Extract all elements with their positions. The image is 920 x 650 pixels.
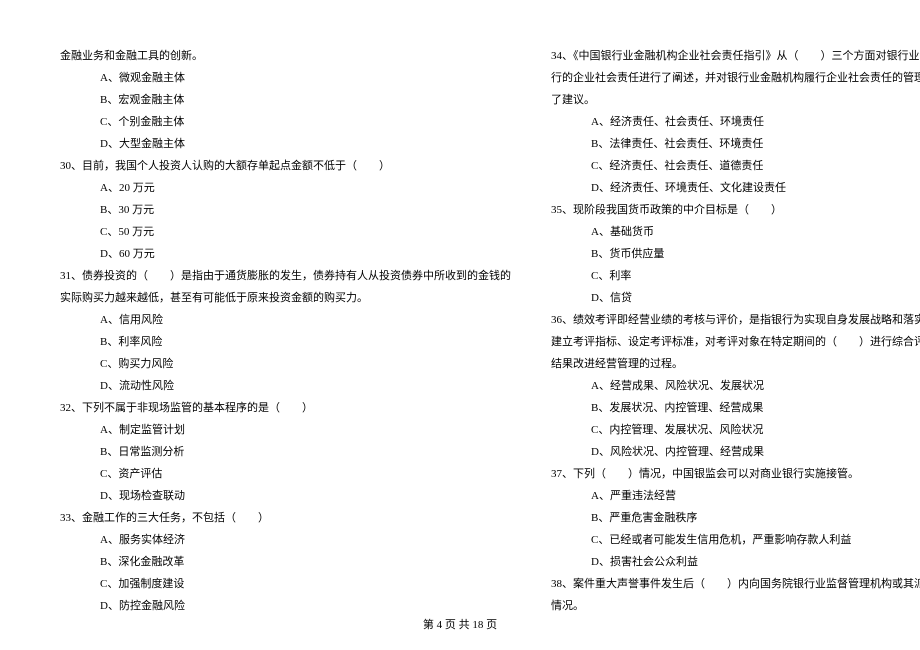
q34-option-b: B、法律责任、社会责任、环境责任 — [551, 133, 920, 155]
q37-option-d: D、损害社会公众利益 — [551, 551, 920, 573]
q37-option-b: B、严重危害金融秩序 — [551, 507, 920, 529]
q36-option-d: D、风险状况、内控管理、经营成果 — [551, 441, 920, 463]
q31-stem-line2: 实际购买力越来越低，甚至有可能低于原来投资金额的购买力。 — [60, 287, 511, 309]
q33-stem: 33、金融工作的三大任务，不包括（ ） — [60, 507, 511, 529]
page-footer: 第 4 页 共 18 页 — [0, 616, 920, 632]
q35-option-d: D、信贷 — [551, 287, 920, 309]
q34-option-d: D、经济责任、环境责任、文化建设责任 — [551, 177, 920, 199]
q29-option-c: C、个别金融主体 — [60, 111, 511, 133]
q30-option-d: D、60 万元 — [60, 243, 511, 265]
q31-stem-line1: 31、债券投资的（ ）是指由于通货膨胀的发生，债券持有人从投资债券中所收到的金钱… — [60, 265, 511, 287]
q36-option-c: C、内控管理、发展状况、风险状况 — [551, 419, 920, 441]
q29-option-b: B、宏观金融主体 — [60, 89, 511, 111]
q30-stem: 30、目前，我国个人投资人认购的大额存单起点金额不低于（ ） — [60, 155, 511, 177]
q35-stem: 35、现阶段我国货币政策的中介目标是（ ） — [551, 199, 920, 221]
q34-option-a: A、经济责任、社会责任、环境责任 — [551, 111, 920, 133]
q29-option-d: D、大型金融主体 — [60, 133, 511, 155]
q36-stem-line3: 结果改进经营管理的过程。 — [551, 353, 920, 375]
q37-option-c: C、已经或者可能发生信用危机，严重影响存款人利益 — [551, 529, 920, 551]
q33-option-c: C、加强制度建设 — [60, 573, 511, 595]
q34-stem-line3: 了建议。 — [551, 89, 920, 111]
q31-option-b: B、利率风险 — [60, 331, 511, 353]
q33-option-a: A、服务实体经济 — [60, 529, 511, 551]
q30-option-a: A、20 万元 — [60, 177, 511, 199]
q29-option-a: A、微观金融主体 — [60, 67, 511, 89]
q29-continuation: 金融业务和金融工具的创新。 — [60, 45, 511, 67]
q32-option-b: B、日常监测分析 — [60, 441, 511, 463]
q32-option-a: A、制定监管计划 — [60, 419, 511, 441]
q34-stem-line2: 行的企业社会责任进行了阐述，并对银行业金融机构履行企业社会责任的管理机制和制度提… — [551, 67, 920, 89]
q38-stem-line2: 情况。 — [551, 595, 920, 617]
q36-option-b: B、发展状况、内控管理、经营成果 — [551, 397, 920, 419]
q34-stem-line1: 34、《中国银行业金融机构企业社会责任指引》从（ ）三个方面对银行业金融机构应该… — [551, 45, 920, 67]
right-column: 34、《中国银行业金融机构企业社会责任指引》从（ ）三个方面对银行业金融机构应该… — [551, 45, 920, 605]
q34-option-c: C、经济责任、社会责任、道德责任 — [551, 155, 920, 177]
q36-stem-line1: 36、绩效考评即经营业绩的考核与评价，是指银行为实现自身发展战略和落实落地要求，… — [551, 309, 920, 331]
q32-option-d: D、现场检查联动 — [60, 485, 511, 507]
q31-option-c: C、购买力风险 — [60, 353, 511, 375]
q30-option-c: C、50 万元 — [60, 221, 511, 243]
q35-option-c: C、利率 — [551, 265, 920, 287]
q32-stem: 32、下列不属于非现场监管的基本程序的是（ ） — [60, 397, 511, 419]
q33-option-d: D、防控金融风险 — [60, 595, 511, 617]
q35-option-b: B、货币供应量 — [551, 243, 920, 265]
q31-option-d: D、流动性风险 — [60, 375, 511, 397]
q33-option-b: B、深化金融改革 — [60, 551, 511, 573]
q35-option-a: A、基础货币 — [551, 221, 920, 243]
q36-stem-line2: 建立考评指标、设定考评标准，对考评对象在特定期间的（ ）进行综合评价，并根据考评 — [551, 331, 920, 353]
q37-option-a: A、严重违法经营 — [551, 485, 920, 507]
q32-option-c: C、资产评估 — [60, 463, 511, 485]
q31-option-a: A、信用风险 — [60, 309, 511, 331]
q36-option-a: A、经营成果、风险状况、发展状况 — [551, 375, 920, 397]
q38-stem-line1: 38、案件重大声誉事件发生后（ ）内向国务院银行业监督管理机构或其派出机构报告有… — [551, 573, 920, 595]
q30-option-b: B、30 万元 — [60, 199, 511, 221]
q37-stem: 37、下列（ ）情况，中国银监会可以对商业银行实施接管。 — [551, 463, 920, 485]
left-column: 金融业务和金融工具的创新。 A、微观金融主体 B、宏观金融主体 C、个别金融主体… — [60, 45, 511, 605]
